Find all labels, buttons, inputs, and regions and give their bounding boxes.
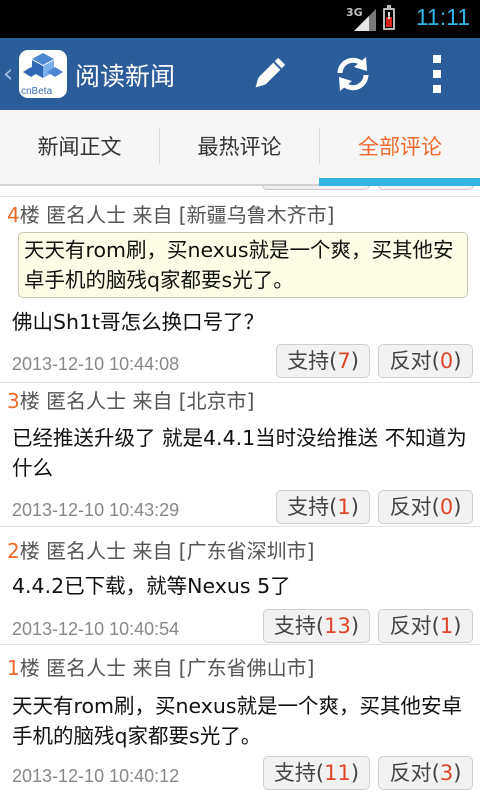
comment-header: 3楼 匿名人士 来自 [北京市] — [7, 385, 254, 414]
floor-number: 1 — [7, 656, 20, 680]
comment-header: 1楼 匿名人士 来自 [广东省佛山市] — [7, 652, 314, 681]
comment-date: 2013-12-10 10:44:08 — [12, 354, 180, 374]
tab-hot-comments[interactable]: 最热评论 — [160, 110, 319, 186]
oppose-count: 3 — [439, 761, 454, 785]
comment-date: 2013-12-10 10:40:12 — [12, 766, 180, 786]
oppose-count: 0 — [439, 495, 454, 519]
support-count: 13 — [324, 614, 351, 638]
support-button[interactable]: 支持(13) — [263, 609, 370, 643]
signal-icon — [354, 9, 376, 31]
floor-number: 4 — [7, 203, 20, 227]
app-logo[interactable]: cnBeta — [19, 50, 67, 98]
support-button[interactable]: 支持(11) — [263, 756, 370, 790]
comment-header: 2楼 匿名人士 来自 [广东省深圳市] — [7, 535, 314, 564]
comment-body: 佛山Sh1t哥怎么换口号了？ — [12, 310, 265, 334]
tab-active-indicator — [319, 178, 480, 186]
comment-header: 4楼 匿名人士 来自 [新疆乌鲁木齐市] — [7, 199, 334, 228]
comment-item: 2楼 匿名人士 来自 [广东省深圳市] 4.4.2已下载，就等Nexus 5了 … — [0, 527, 480, 645]
support-count: 11 — [324, 761, 351, 785]
tab-article[interactable]: 新闻正文 — [0, 110, 159, 186]
oppose-button[interactable]: 反对(0) — [378, 490, 473, 524]
comment-item: 4楼 匿名人士 来自 [新疆乌鲁木齐市] 天天有rom刷，买nexus就是一个爽… — [0, 197, 480, 383]
comment-item: 1楼 匿名人士 来自 [广东省佛山市] 天天有rom刷，买nexus就是一个爽，… — [0, 645, 480, 800]
battery-low-icon: ! — [383, 5, 395, 30]
comment-list[interactable]: 4楼 匿名人士 来自 [新疆乌鲁木齐市] 天天有rom刷，买nexus就是一个爽… — [0, 186, 480, 800]
oppose-count: 1 — [439, 614, 454, 638]
author-line: 楼 匿名人士 来自 [北京市] — [19, 389, 255, 413]
page-title: 阅读新闻 — [75, 62, 176, 91]
oppose-count: 0 — [439, 349, 454, 373]
floor-number: 2 — [7, 539, 20, 563]
comment-item: 3楼 匿名人士 来自 [北京市] 已经推送升级了 就是4.4.1当时没给推送 不… — [0, 383, 480, 527]
oppose-button[interactable]: 反对(1) — [378, 609, 473, 643]
comment-body: 4.4.2已下载，就等Nexus 5了 — [12, 574, 291, 598]
author-line: 楼 匿名人士 来自 [新疆乌鲁木齐市] — [19, 203, 335, 227]
edit-icon — [255, 58, 285, 88]
logo-text: cnBeta — [21, 86, 53, 97]
quoted-comment: 天天有rom刷，买nexus就是一个爽，买其他安卓手机的脑残q家都要s光了。 — [18, 232, 468, 298]
status-clock: 11:11 — [415, 4, 470, 30]
refresh-button[interactable] — [331, 52, 375, 96]
floor-number: 3 — [7, 389, 20, 413]
action-bar: ‹ cnBeta 阅读新闻 — [0, 38, 480, 110]
refresh-icon — [337, 57, 369, 91]
status-bar: 3G ! 11:11 — [0, 0, 480, 38]
support-button[interactable]: 支持(7) — [276, 344, 370, 378]
oppose-button[interactable]: 反对(0) — [378, 344, 473, 378]
oppose-button[interactable]: 反对(3) — [378, 756, 473, 790]
comment-body: 已经推送升级了 就是4.4.1当时没给推送 不知道为什么 — [12, 426, 467, 480]
edit-button[interactable] — [247, 52, 291, 96]
support-count: 1 — [337, 495, 351, 519]
overflow-menu-button[interactable] — [415, 52, 459, 96]
overflow-menu-icon — [433, 55, 441, 93]
tab-bar: 新闻正文 最热评论 全部评论 — [0, 110, 480, 186]
author-line: 楼 匿名人士 来自 [广东省深圳市] — [19, 539, 315, 563]
comment-date: 2013-12-10 10:40:54 — [12, 619, 180, 639]
comment-body: 天天有rom刷，买nexus就是一个爽，买其他安卓手机的脑残q家都要s光了。 — [12, 694, 463, 748]
author-line: 楼 匿名人士 来自 [广东省佛山市] — [19, 656, 315, 680]
support-count: 7 — [337, 349, 351, 373]
comment-date: 2013-12-10 10:43:29 — [12, 500, 180, 520]
tab-all-comments[interactable]: 全部评论 — [320, 110, 480, 186]
support-button[interactable]: 支持(1) — [276, 490, 370, 524]
back-chevron-icon[interactable]: ‹ — [3, 59, 13, 89]
